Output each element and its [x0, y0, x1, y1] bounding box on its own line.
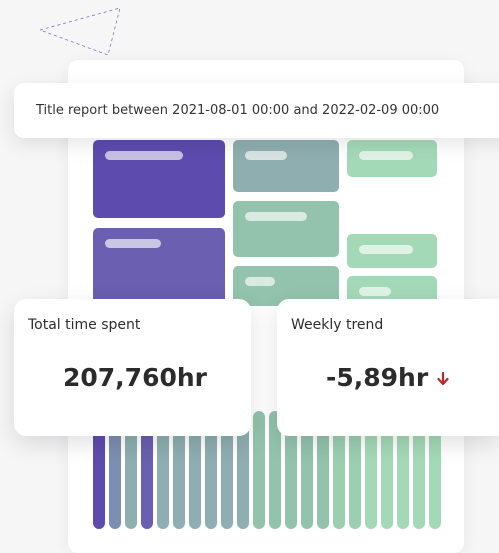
bar: [253, 411, 265, 529]
tile-sage-1: [233, 201, 339, 257]
tile-mint-2: [347, 234, 437, 268]
report-title-bar: Title report between 2021-08-01 00:00 an…: [14, 83, 499, 138]
tile-slate-1: [233, 140, 339, 192]
weekly-trend-card: Weekly trend -5,89hr: [277, 299, 499, 436]
weekly-trend-value: -5,89hr: [326, 363, 429, 392]
report-title: Title report between 2021-08-01 00:00 an…: [36, 103, 440, 118]
total-time-card: Total time spent 207,760hr: [14, 299, 251, 436]
total-time-value: 207,760hr: [63, 363, 207, 392]
tile-mint-1: [347, 140, 437, 177]
weekly-trend-label: Weekly trend: [291, 317, 384, 333]
weekly-trend-value-row: -5,89hr: [326, 363, 449, 392]
total-time-label: Total time spent: [28, 317, 141, 333]
tile-purple-1: [93, 140, 225, 218]
tile-purple-2: [93, 228, 225, 308]
arrow-down-icon: [437, 372, 449, 386]
